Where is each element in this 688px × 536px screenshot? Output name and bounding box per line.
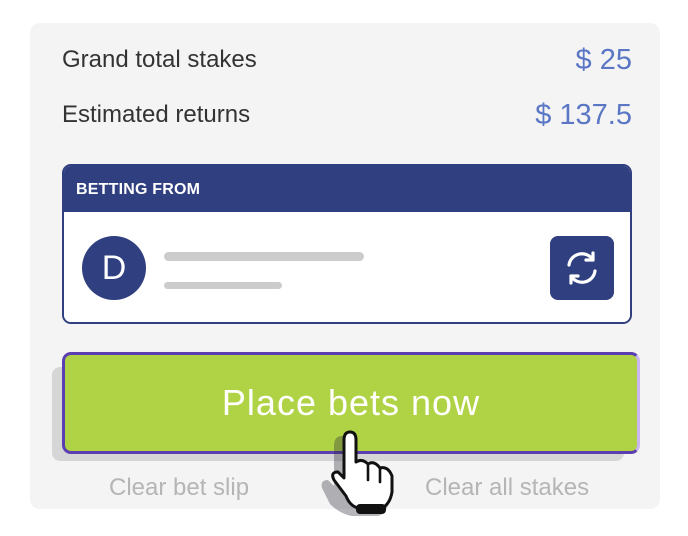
estimated-returns-label: Estimated returns bbox=[62, 101, 251, 128]
hand-pointer-icon bbox=[321, 430, 394, 516]
grand-total-stakes-label: Grand total stakes bbox=[62, 46, 257, 73]
grand-total-stakes-value: $ 25 bbox=[575, 44, 632, 76]
account-detail-placeholder bbox=[164, 282, 282, 289]
clear-bet-slip-link[interactable]: Clear bet slip bbox=[109, 474, 249, 502]
switch-account-button[interactable] bbox=[550, 236, 614, 300]
avatar: D bbox=[82, 236, 146, 300]
refresh-icon bbox=[567, 251, 597, 285]
clear-all-stakes-link[interactable]: Clear all stakes bbox=[425, 474, 589, 502]
betting-from-header: BETTING FROM bbox=[64, 166, 630, 212]
account-name-placeholder bbox=[164, 252, 364, 261]
account-body: D bbox=[64, 212, 630, 322]
betting-from-card: BETTING FROM D bbox=[62, 164, 632, 324]
estimated-returns-value: $ 137.5 bbox=[535, 99, 632, 131]
